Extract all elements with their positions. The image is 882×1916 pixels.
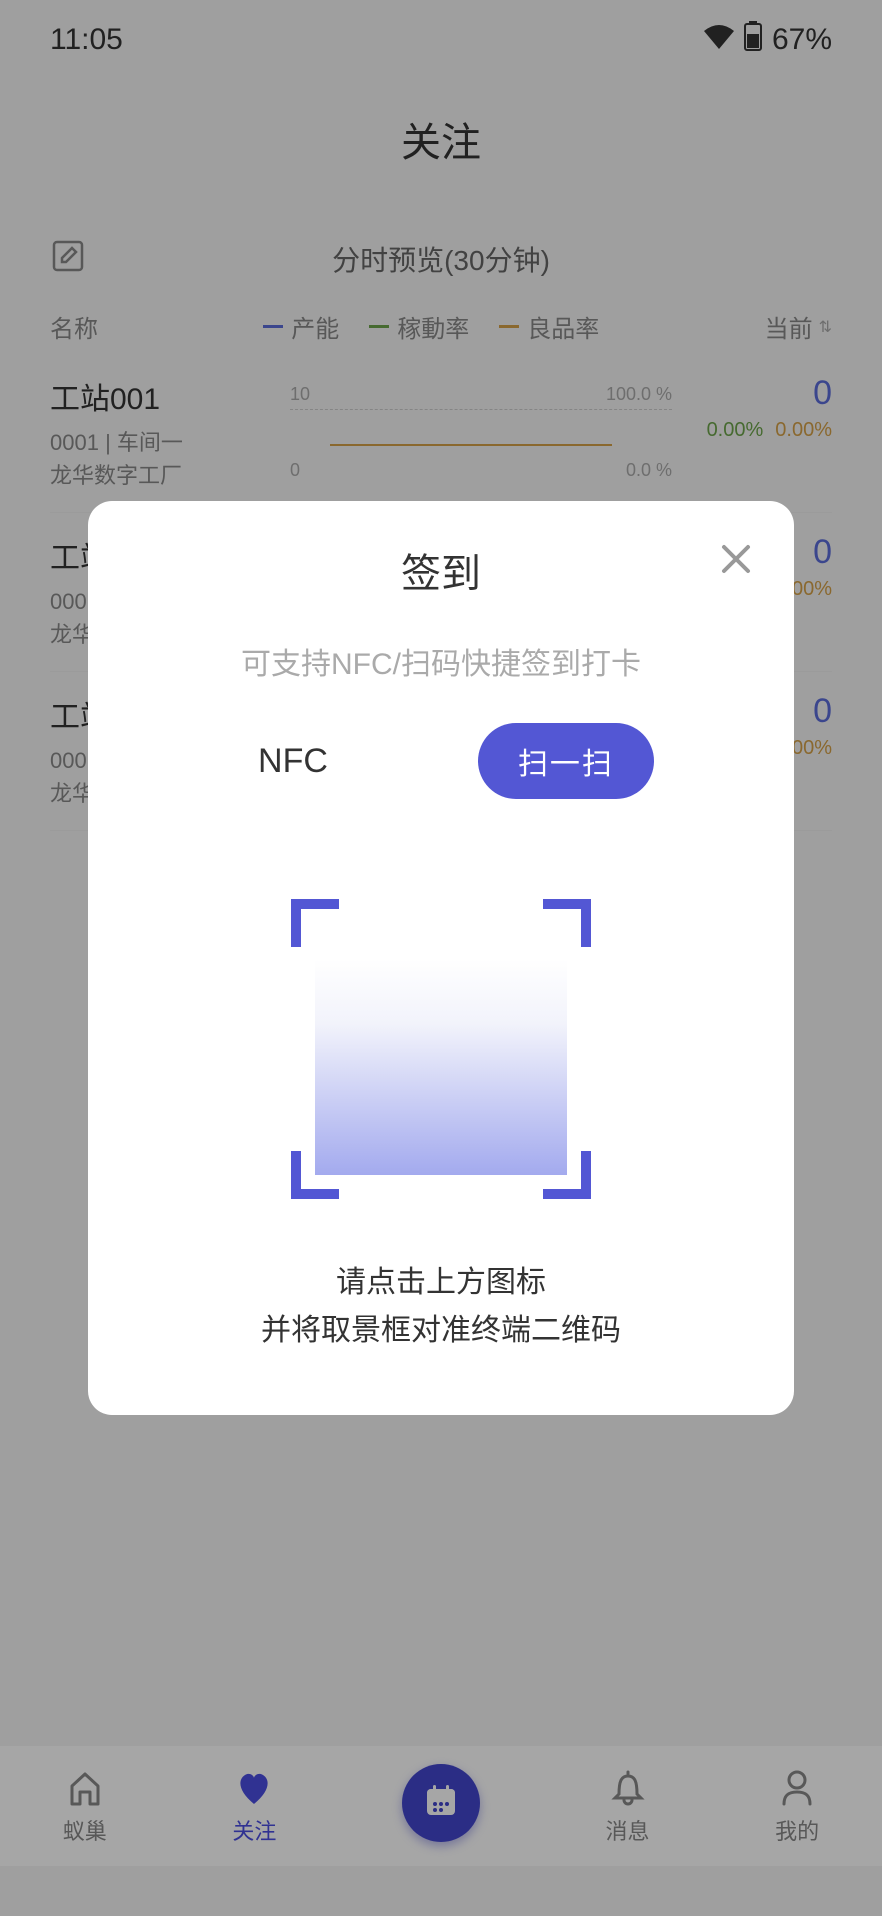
modal-overlay[interactable]: 签到 可支持NFC/扫码快捷签到打卡 NFC 扫一扫 请点击上方图标 并将取景框… bbox=[0, 0, 882, 1916]
frame-corner-icon bbox=[291, 1151, 339, 1199]
modal-instruction: 请点击上方图标 并将取景框对准终端二维码 bbox=[128, 1259, 754, 1355]
frame-corner-icon bbox=[291, 899, 339, 947]
scan-frame[interactable] bbox=[291, 899, 591, 1199]
tab-nfc[interactable]: NFC bbox=[228, 726, 358, 797]
frame-corner-icon bbox=[543, 899, 591, 947]
checkin-modal: 签到 可支持NFC/扫码快捷签到打卡 NFC 扫一扫 请点击上方图标 并将取景框… bbox=[88, 501, 794, 1415]
scan-gradient bbox=[315, 959, 567, 1175]
modal-subtitle: 可支持NFC/扫码快捷签到打卡 bbox=[128, 639, 754, 683]
tab-scan[interactable]: 扫一扫 bbox=[478, 723, 654, 799]
close-button[interactable] bbox=[714, 537, 758, 581]
modal-title: 签到 bbox=[128, 541, 754, 599]
close-icon bbox=[714, 537, 758, 581]
frame-corner-icon bbox=[543, 1151, 591, 1199]
